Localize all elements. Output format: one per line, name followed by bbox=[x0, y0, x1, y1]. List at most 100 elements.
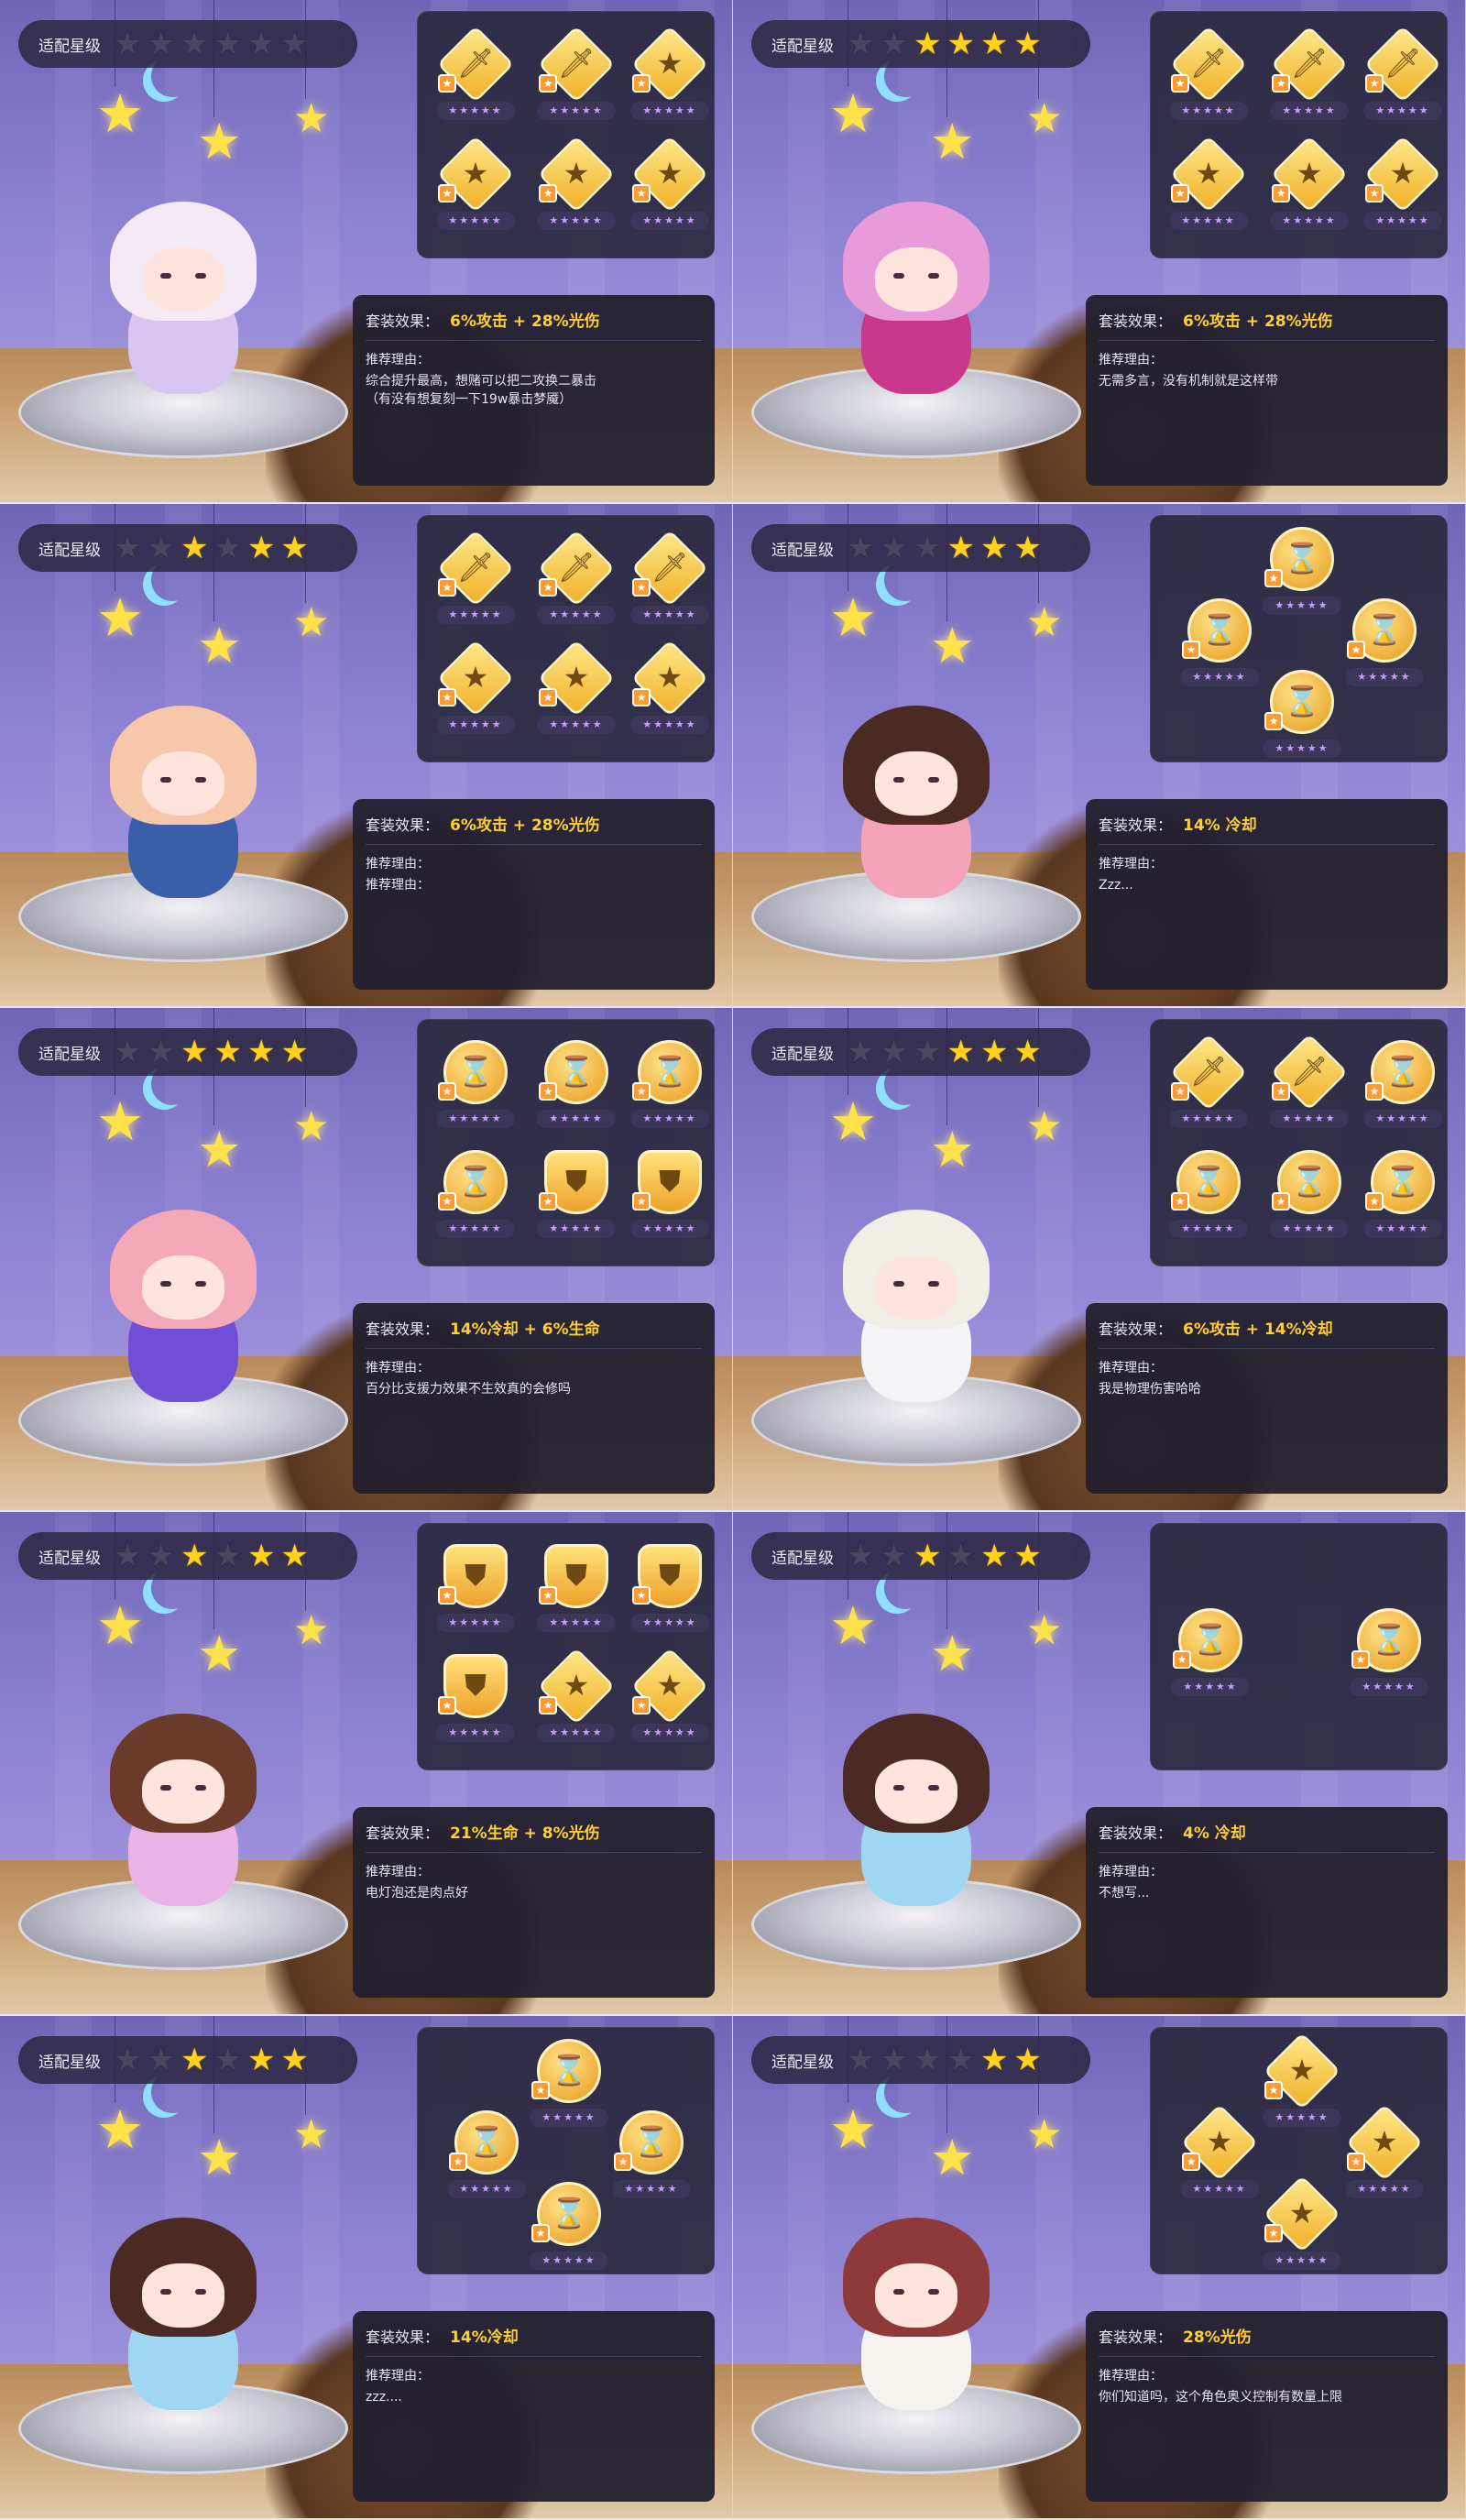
equipment-slot[interactable]: ⌛ ★ ★★★★★ bbox=[1268, 1148, 1351, 1247]
equipment-slot[interactable]: 🗡 ★ ★★★★★ bbox=[629, 529, 711, 633]
equipment-slot[interactable]: ⌛ ★ ★★★★★ bbox=[528, 2037, 610, 2136]
equipment-slot[interactable]: ★ ★ ★★★★★ bbox=[1261, 2032, 1343, 2136]
equipment-slot[interactable]: ★ ★ ★★★★★ bbox=[434, 639, 517, 743]
equipment-slot[interactable]: ★ ★ ★★★★★ bbox=[1167, 135, 1250, 239]
equipment-slot[interactable]: ⛊ ★ ★★★★★ bbox=[434, 1652, 517, 1751]
equipment-slot[interactable]: 🗡 ★ ★★★★★ bbox=[1167, 25, 1250, 129]
equipment-slot[interactable]: ⌛ ★ ★★★★★ bbox=[1178, 597, 1261, 696]
equipment-slot[interactable]: ⛊ ★ ★★★★★ bbox=[629, 1148, 711, 1247]
rarity-badge-icon: ★ bbox=[438, 1696, 456, 1715]
star-filled-icon: ★ bbox=[946, 1034, 975, 1070]
rarity-badge-icon: ★ bbox=[1182, 2153, 1200, 2171]
rarity-badge-icon: ★ bbox=[632, 74, 651, 93]
equipment-slot[interactable]: ★ ★ ★★★★★ bbox=[535, 135, 618, 239]
character-figure[interactable] bbox=[64, 1704, 302, 1934]
equipment-slot[interactable]: ⌛ ★ ★★★★★ bbox=[1167, 1148, 1250, 1247]
equipment-slot[interactable]: 🗡 ★ ★★★★★ bbox=[535, 529, 618, 633]
reason-text: 无需多言，没有机制就是这样带 bbox=[1099, 374, 1278, 389]
hanging-star-decoration: ★ bbox=[96, 1594, 144, 1657]
equipment-slot[interactable]: 🗡 ★ ★★★★★ bbox=[1268, 25, 1351, 129]
equipment-slot[interactable]: ⌛ ★ ★★★★★ bbox=[1362, 1038, 1444, 1137]
rarity-badge-icon: ★ bbox=[438, 74, 456, 93]
equipment-slot[interactable]: ★ ★ ★★★★★ bbox=[629, 639, 711, 743]
equipment-slot[interactable]: ⌛ ★ ★★★★★ bbox=[1261, 525, 1343, 624]
equipment-panel: 🗡 ★ ★★★★★ 🗡 ★ ★★★★★ ⌛ ★ ★★★★★ ⌛ ★ ★★★★★ ⌛ ★ ★★★★★ ⌛ ★ ★★★… bbox=[1150, 1019, 1448, 1266]
equipment-slot[interactable]: ★ ★ ★★★★★ bbox=[629, 135, 711, 239]
equipment-rating: ★★★★★ bbox=[436, 1614, 515, 1632]
character-card[interactable]: ★ ★ ★ 适配星级 ★ ★ ★ ★ ★ ★ 🗡 ★ ★★★★★ 🗡 ★ ★★★★★ ★ ★ ★★★★★ ★ ★ ★★★★… bbox=[0, 0, 733, 504]
equipment-slot[interactable]: ⌛ ★ ★★★★★ bbox=[434, 1038, 517, 1137]
equipment-slot[interactable]: ★ ★ ★★★★★ bbox=[434, 135, 517, 239]
character-card[interactable]: ★ ★ ★ 适配星级 ★ ★ ★ ★ ★ ★ ⌛ ★ ★★★★★ ⌛ ★ ★★★★★ 套装效果： 4% 冷却 推荐理… bbox=[733, 1512, 1466, 2016]
character-figure[interactable] bbox=[797, 192, 1035, 422]
star-list: ★ ★ ★ ★ ★ ★ bbox=[847, 2044, 1042, 2076]
character-card[interactable]: ★ ★ ★ 适配星级 ★ ★ ★ ★ ★ ★ ⌛ ★ ★★★★★ ⌛ ★ ★★★★★ ⌛ ★ ★★★★★ ⌛ ★ ★★★★… bbox=[733, 504, 1466, 1008]
equipment-slot[interactable]: ★ ★ ★★★★★ bbox=[1343, 2103, 1426, 2208]
equipment-slot[interactable]: ⛊ ★ ★★★★★ bbox=[629, 1542, 711, 1641]
star-empty-icon: ★ bbox=[114, 2042, 142, 2078]
rarity-badge-icon: ★ bbox=[1264, 2081, 1283, 2099]
equipment-slot[interactable]: 🗡 ★ ★★★★★ bbox=[535, 25, 618, 129]
equipment-slot[interactable]: ⌛ ★ ★★★★★ bbox=[535, 1038, 618, 1137]
character-figure[interactable] bbox=[64, 2208, 302, 2438]
character-card[interactable]: ★ ★ ★ 适配星级 ★ ★ ★ ★ ★ ★ ⛊ ★ ★★★★★ ⛊ ★ ★★★★★ ⛊ ★ ★★★★★ ⛊ ★ ★★★★… bbox=[0, 1512, 733, 2016]
equipment-slot[interactable]: ⌛ ★ ★★★★★ bbox=[629, 1038, 711, 1137]
equipment-slot[interactable]: ⌛ ★ ★★★★★ bbox=[445, 2109, 528, 2208]
rarity-badge-icon: ★ bbox=[539, 688, 557, 707]
character-card[interactable]: ★ ★ ★ 适配星级 ★ ★ ★ ★ ★ ★ ★ ★ ★★★★★ ★ ★ ★★★★★ ★ ★ ★★★★★ ★ ★ ★★★★… bbox=[733, 2016, 1466, 2520]
equipment-slot[interactable]: ⛊ ★ ★★★★★ bbox=[535, 1148, 618, 1247]
set-effect-row: 套装效果： 6%攻击 + 28%光伤 bbox=[366, 308, 702, 341]
equipment-slot[interactable]: ⌛ ★ ★★★★★ bbox=[434, 1148, 517, 1247]
character-figure[interactable] bbox=[797, 2208, 1035, 2438]
equipment-slot[interactable]: ★ ★ ★★★★★ bbox=[1362, 135, 1444, 239]
equipment-slot[interactable]: ⌛ ★ ★★★★★ bbox=[528, 2180, 610, 2279]
star-filled-icon: ★ bbox=[180, 2042, 209, 2078]
character-card[interactable]: ★ ★ ★ 适配星级 ★ ★ ★ ★ ★ ★ ⌛ ★ ★★★★★ ⌛ ★ ★★★★★ ⌛ ★ ★★★★★ ⌛ ★ ★★★★… bbox=[0, 2016, 733, 2520]
equipment-slot[interactable]: ⌛ ★ ★★★★★ bbox=[1348, 1606, 1430, 1705]
character-card[interactable]: ★ ★ ★ 适配星级 ★ ★ ★ ★ ★ ★ 🗡 ★ ★★★★★ 🗡 ★ ★★★★★ ⌛ ★ ★★★★★ ⌛ ★ ★★★★… bbox=[733, 1008, 1466, 1512]
equipment-slot[interactable]: 🗡 ★ ★★★★★ bbox=[1362, 25, 1444, 129]
equipment-slot[interactable]: ⌛ ★ ★★★★★ bbox=[1169, 1606, 1252, 1705]
equipment-slot[interactable]: ★ ★ ★★★★★ bbox=[1178, 2103, 1261, 2208]
character-card[interactable]: ★ ★ ★ 适配星级 ★ ★ ★ ★ ★ ★ 🗡 ★ ★★★★★ 🗡 ★ ★★★★★ 🗡 ★ ★★★★★ ★ ★ ★★★★… bbox=[733, 0, 1466, 504]
equipment-slot[interactable]: ⛊ ★ ★★★★★ bbox=[535, 1542, 618, 1641]
equipment-rating: ★★★★★ bbox=[537, 212, 616, 230]
equipment-slot[interactable]: ★ ★ ★★★★★ bbox=[535, 1647, 618, 1751]
equipment-slot[interactable]: 🗡 ★ ★★★★★ bbox=[1268, 1033, 1351, 1137]
equipment-slot[interactable]: ★ ★ ★★★★★ bbox=[1268, 135, 1351, 239]
equipment-slot[interactable]: 🗡 ★ ★★★★★ bbox=[434, 25, 517, 129]
character-card[interactable]: ★ ★ ★ 适配星级 ★ ★ ★ ★ ★ ★ 🗡 ★ ★★★★★ 🗡 ★ ★★★★★ 🗡 ★ ★★★★★ ★ ★ ★★★★… bbox=[0, 504, 733, 1008]
character-figure[interactable] bbox=[797, 1200, 1035, 1430]
star-rating-label: 适配星级 bbox=[38, 1045, 101, 1064]
hanging-star-decoration: ★ bbox=[96, 2098, 144, 2161]
rarity-badge-icon: ★ bbox=[438, 1586, 456, 1605]
equipment-rating: ★★★★★ bbox=[1263, 2252, 1341, 2270]
character-eye bbox=[160, 273, 171, 279]
equipment-slot[interactable]: ★ ★ ★★★★★ bbox=[535, 639, 618, 743]
star-filled-icon: ★ bbox=[1013, 1034, 1042, 1070]
equipment-slot[interactable]: ★ ★ ★★★★★ bbox=[629, 1647, 711, 1751]
rarity-badge-icon: ★ bbox=[539, 1586, 557, 1605]
character-figure[interactable] bbox=[797, 696, 1035, 926]
equipment-slot[interactable]: ⌛ ★ ★★★★★ bbox=[1261, 668, 1343, 767]
character-figure[interactable] bbox=[64, 696, 302, 926]
star-rating-label: 适配星级 bbox=[38, 2053, 101, 2072]
equipment-slot[interactable]: 🗡 ★ ★★★★★ bbox=[434, 529, 517, 633]
equipment-slot[interactable]: 🗡 ★ ★★★★★ bbox=[1167, 1033, 1250, 1137]
equipment-slot[interactable]: ⛊ ★ ★★★★★ bbox=[434, 1542, 517, 1641]
equipment-slot[interactable]: ★ ★ ★★★★★ bbox=[1261, 2175, 1343, 2279]
equipment-rating: ★★★★★ bbox=[436, 716, 515, 734]
character-figure[interactable] bbox=[64, 1200, 302, 1430]
character-figure[interactable] bbox=[64, 192, 302, 422]
star-empty-icon: ★ bbox=[246, 26, 276, 62]
character-figure[interactable] bbox=[797, 1704, 1035, 1934]
star-empty-icon: ★ bbox=[847, 530, 875, 566]
equipment-slot[interactable]: ⌛ ★ ★★★★★ bbox=[610, 2109, 693, 2208]
equipment-slot[interactable]: ⌛ ★ ★★★★★ bbox=[1362, 1148, 1444, 1247]
equipment-slot[interactable]: ★ ★ ★★★★★ bbox=[629, 25, 711, 129]
character-card[interactable]: ★ ★ ★ 适配星级 ★ ★ ★ ★ ★ ★ ⌛ ★ ★★★★★ ⌛ ★ ★★★★★ ⌛ ★ ★★★★★ ⌛ ★ ★★★★… bbox=[0, 1008, 733, 1512]
equipment-panel: ⌛ ★ ★★★★★ ⌛ ★ ★★★★★ bbox=[1150, 1523, 1448, 1770]
hanging-star-decoration: ★ bbox=[829, 1594, 877, 1657]
rarity-badge-icon: ★ bbox=[1272, 184, 1290, 203]
equipment-slot[interactable]: ⌛ ★ ★★★★★ bbox=[1343, 597, 1426, 696]
